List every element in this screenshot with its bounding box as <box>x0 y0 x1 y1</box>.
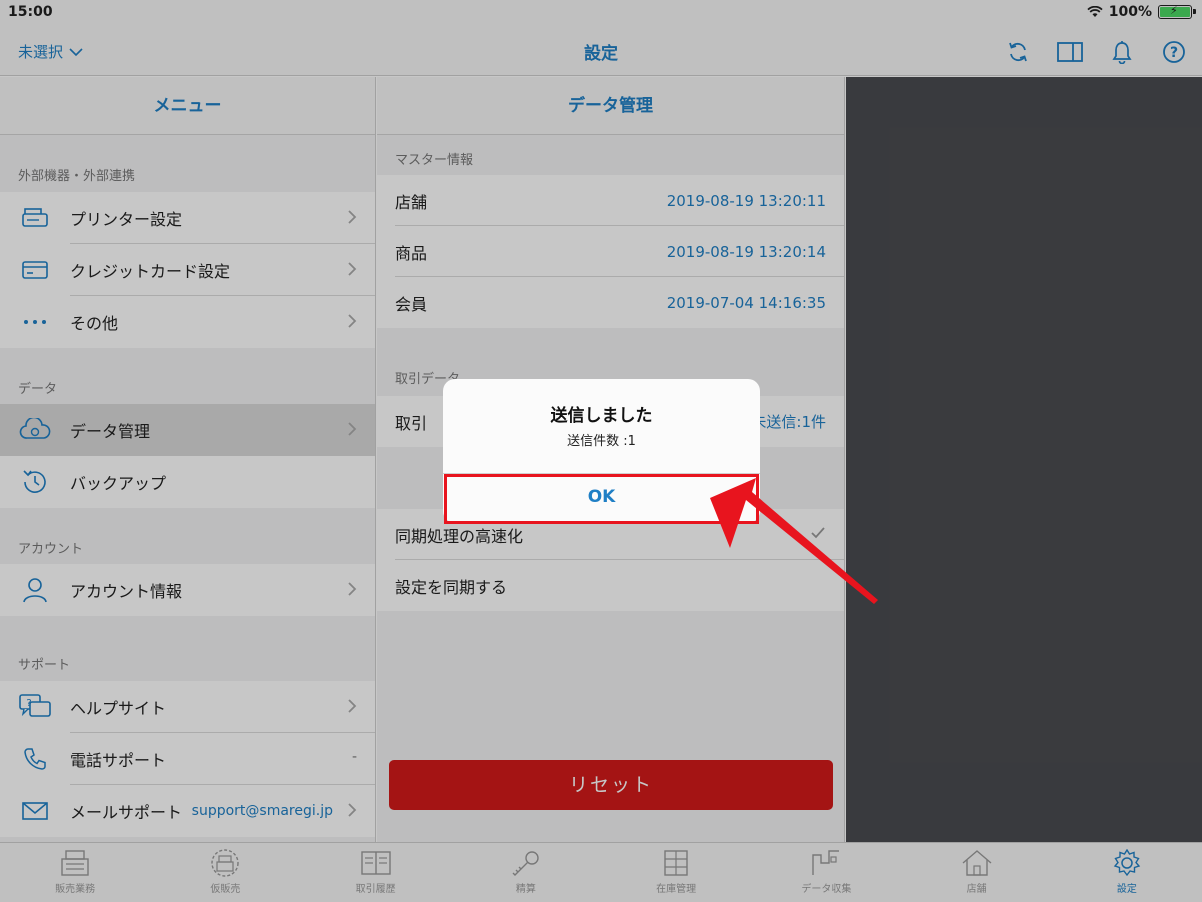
pointer-arrow-icon <box>710 478 878 604</box>
alert-message: 送信件数 :1 <box>567 434 636 449</box>
alert-title: 送信しました <box>550 406 653 426</box>
